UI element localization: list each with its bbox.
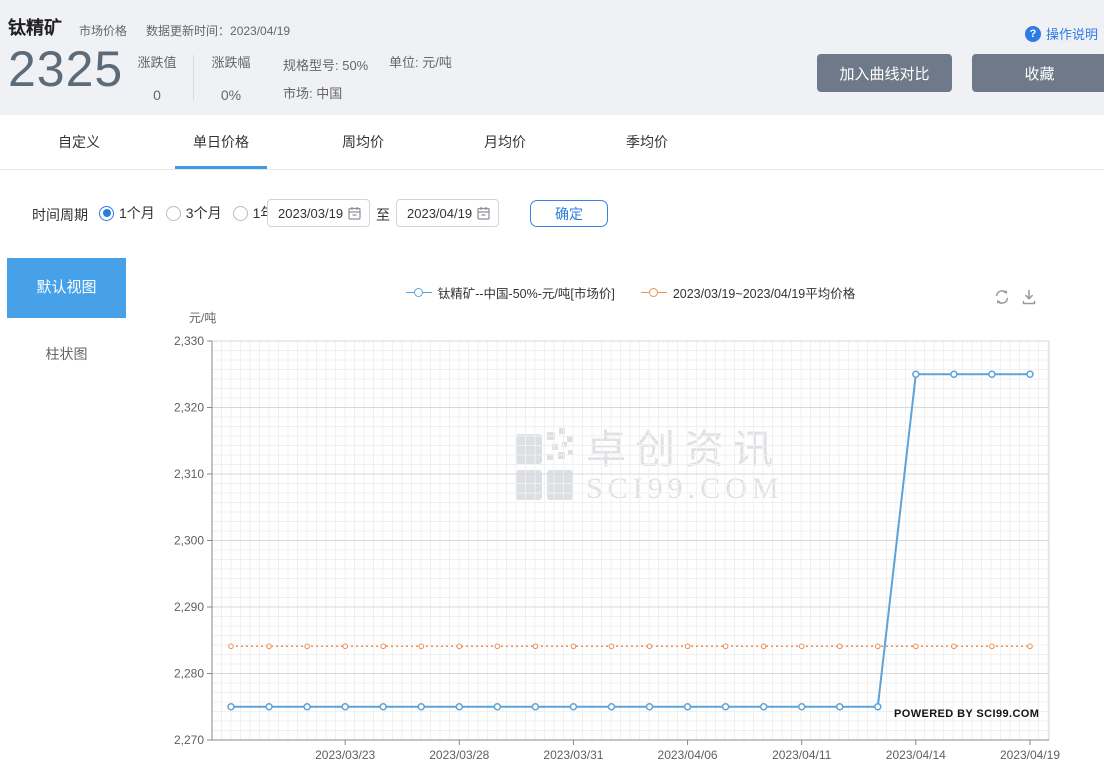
svg-text:2,310: 2,310 xyxy=(174,467,204,481)
period-label: 时间周期 xyxy=(32,207,88,223)
market-label: 市场: 中国 xyxy=(283,86,343,101)
tab-5[interactable]: 季均价 xyxy=(601,115,693,169)
svg-text:2023/03/31: 2023/03/31 xyxy=(543,748,603,762)
update-time: 数据更新时间：2023/04/19 xyxy=(146,22,290,39)
calendar-icon xyxy=(348,207,361,220)
market-price-label: 市场价格 xyxy=(79,24,128,38)
current-price: 2325 xyxy=(8,41,124,97)
tab-2[interactable]: 单日价格 xyxy=(175,115,267,169)
powered-by-label: POWERED BY SCI99.COM xyxy=(894,708,1040,720)
help-label: 操作说明 xyxy=(1045,27,1098,42)
confirm-button[interactable]: 确定 xyxy=(530,200,608,227)
period-radio-2[interactable]: 3个月 xyxy=(165,203,222,223)
svg-text:2,270: 2,270 xyxy=(174,733,204,747)
period-radio-group: 1个月 3个月 1年 xyxy=(99,199,285,227)
spec-label: 规格型号: 50% xyxy=(283,58,369,73)
update-time-label: 数据更新时间： xyxy=(146,24,231,38)
svg-text:2,280: 2,280 xyxy=(174,667,204,681)
change-value-label: 涨跌值 xyxy=(137,55,177,70)
add-curve-compare-button[interactable]: 加入曲线对比 xyxy=(817,54,952,92)
change-value: 0 xyxy=(153,87,161,103)
page: 钛精矿 市场价格 数据更新时间：2023/04/19 2325 涨跌值 0 涨跌… xyxy=(0,0,1104,771)
radio-label: 3个月 xyxy=(185,205,222,221)
unit-label: 单位: 元/吨 xyxy=(389,55,452,70)
radio-circle-icon xyxy=(232,205,248,221)
change-pct-label: 涨跌幅 xyxy=(211,55,251,70)
to-label: 至 xyxy=(376,207,390,223)
favorite-button[interactable]: 收藏 xyxy=(972,54,1104,92)
page-title: 钛精矿 xyxy=(8,18,62,38)
calendar-icon xyxy=(477,207,490,220)
update-time-value: 2023/04/19 xyxy=(230,24,291,38)
svg-text:2023/03/23: 2023/03/23 xyxy=(315,748,375,762)
radio-circle-icon xyxy=(165,205,181,221)
radio-circle-icon xyxy=(99,205,114,221)
svg-text:2023/04/19: 2023/04/19 xyxy=(1000,748,1060,762)
radio-dot-icon xyxy=(102,209,111,217)
price-line-chart[interactable]: 2,270 2,280 2,290 2,300 2,310 2,320 2,330 2023/… xyxy=(0,250,1104,771)
end-date-value: 2023/04/19 xyxy=(407,205,473,221)
start-date-input[interactable]: 2023/03/19 xyxy=(267,199,370,227)
help-link[interactable]: ? 操作说明 xyxy=(1024,24,1098,43)
svg-text:2,290: 2,290 xyxy=(174,600,204,614)
header: 钛精矿 市场价格 数据更新时间：2023/04/19 2325 涨跌值 0 涨跌… xyxy=(0,0,1104,115)
divider xyxy=(193,55,194,100)
svg-text:2,320: 2,320 xyxy=(174,401,204,415)
radio-label: 1个月 xyxy=(119,205,155,221)
period-radio-1[interactable]: 1个月 xyxy=(99,203,155,223)
tab-bar: 自定义 单日价格 周均价 月均价 季均价 xyxy=(0,115,1104,170)
svg-text:2023/04/14: 2023/04/14 xyxy=(886,748,946,762)
tab-4[interactable]: 月均价 xyxy=(459,115,551,169)
svg-text:2023/03/28: 2023/03/28 xyxy=(429,748,489,762)
change-pct-block: 涨跌幅 0% xyxy=(208,52,254,103)
tab-1[interactable]: 自定义 xyxy=(33,115,125,169)
end-date-input[interactable]: 2023/04/19 xyxy=(396,199,499,227)
change-pct: 0% xyxy=(220,87,242,103)
svg-text:2,330: 2,330 xyxy=(174,334,204,348)
spec-block: 规格型号: 50% 市场: 中国 xyxy=(283,52,368,108)
question-icon: ? xyxy=(1024,25,1041,42)
change-value-block: 涨跌值 0 xyxy=(134,52,180,103)
svg-text:2023/04/06: 2023/04/06 xyxy=(658,748,718,762)
start-date-value: 2023/03/19 xyxy=(278,205,344,221)
svg-text:2023/04/11: 2023/04/11 xyxy=(772,748,831,762)
tab-3[interactable]: 周均价 xyxy=(317,115,409,169)
svg-text:2,300: 2,300 xyxy=(174,534,204,548)
